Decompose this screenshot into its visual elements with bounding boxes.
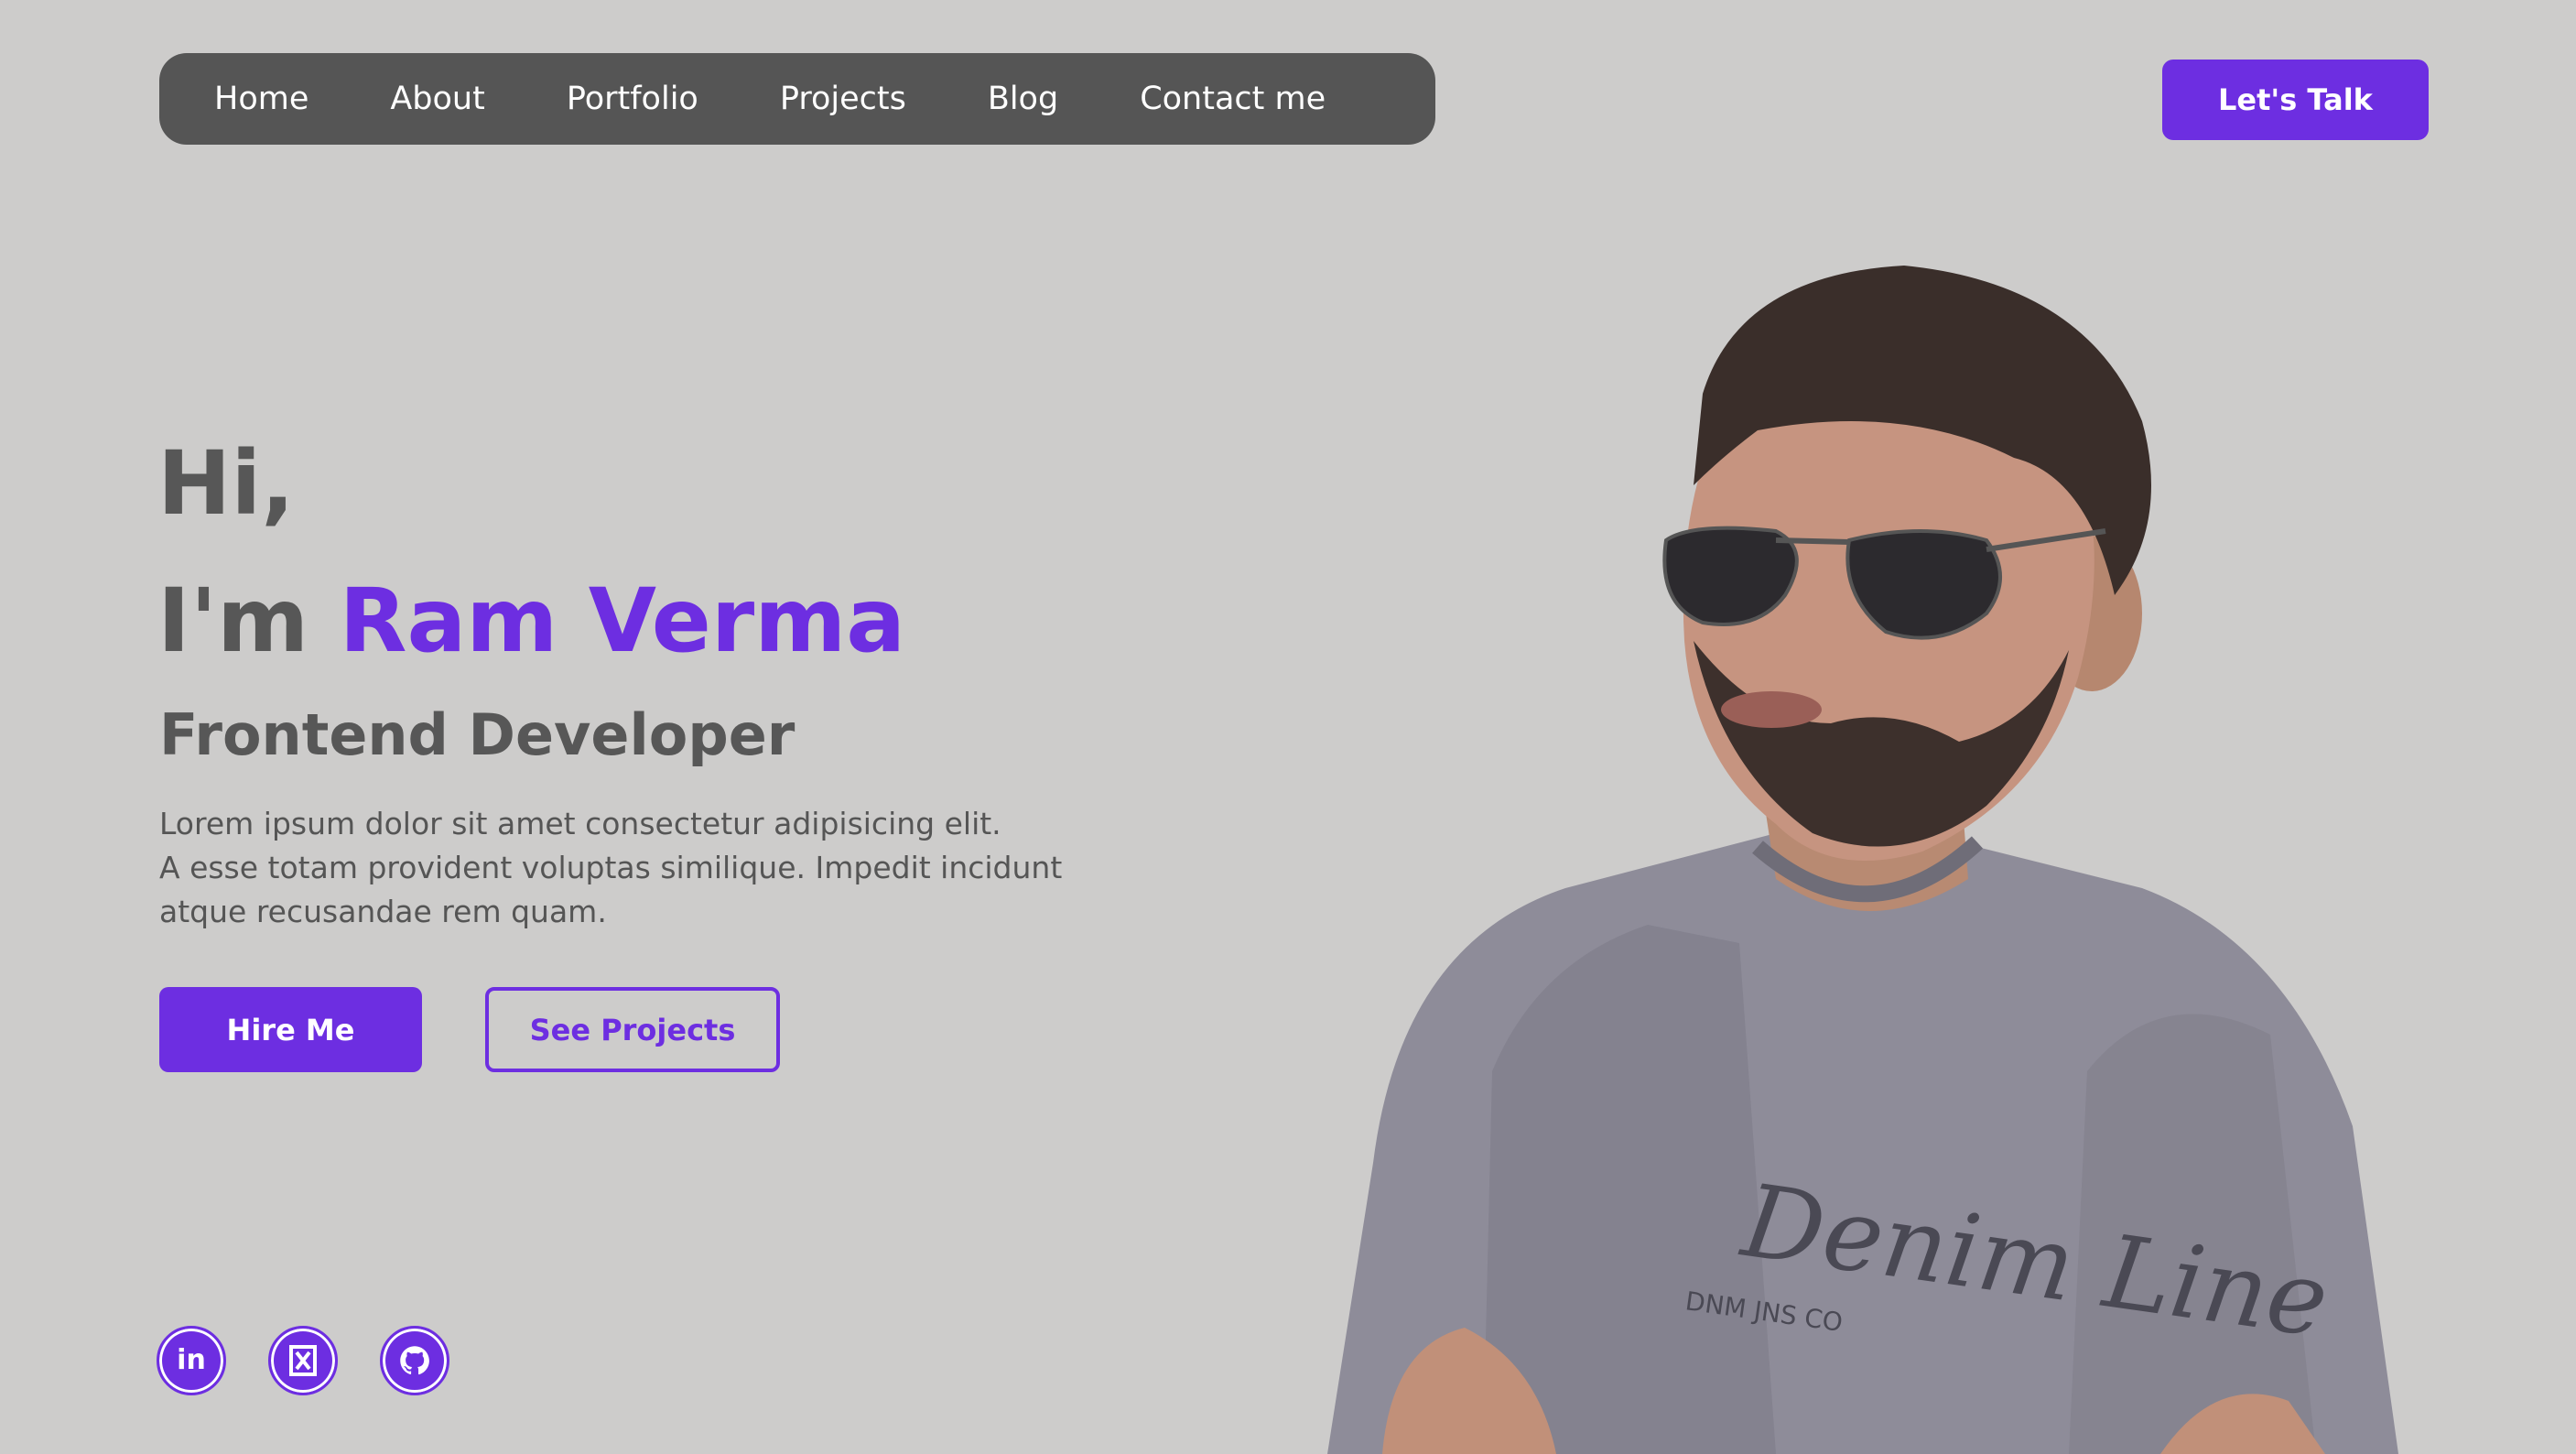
linkedin-icon[interactable]: in <box>157 1326 226 1395</box>
lets-talk-button[interactable]: Let's Talk <box>2162 60 2429 140</box>
linkedin-icon-text: in <box>177 1344 206 1376</box>
role-title: Frontend Developer <box>159 701 796 768</box>
intro-prefix: I'm <box>157 570 340 672</box>
description-line: Lorem ipsum dolor sit amet consectetur a… <box>159 806 1001 841</box>
developer-name: Ram Verma <box>339 570 906 672</box>
greeting-heading: Hi, <box>157 432 295 535</box>
github-icon[interactable] <box>380 1326 449 1395</box>
lips <box>1721 691 1822 728</box>
nav-item-about[interactable]: About <box>390 81 484 117</box>
intro-heading: I'm Ram Verma <box>157 577 905 665</box>
hire-me-button[interactable]: Hire Me <box>159 987 422 1072</box>
x-icon[interactable] <box>268 1326 338 1395</box>
nav-item-contact[interactable]: Contact me <box>1140 81 1326 117</box>
nav-item-projects[interactable]: Projects <box>780 81 906 117</box>
x-logo-glyph <box>289 1345 317 1376</box>
main-nav: Home About Portfolio Projects Blog Conta… <box>159 53 1435 145</box>
profile-photo: Denim Line DNM JNS CO <box>1327 266 2398 1454</box>
description-line: A esse totam provident voluptas similiqu… <box>159 850 1063 885</box>
github-logo-glyph <box>400 1346 429 1375</box>
nav-item-home[interactable]: Home <box>214 81 308 117</box>
nav-item-blog[interactable]: Blog <box>988 81 1058 117</box>
see-projects-button[interactable]: See Projects <box>485 987 780 1072</box>
nav-item-portfolio[interactable]: Portfolio <box>567 81 698 117</box>
hero-description: Lorem ipsum dolor sit amet consectetur a… <box>159 802 1075 934</box>
description-line: atque recusandae rem quam. <box>159 894 607 929</box>
